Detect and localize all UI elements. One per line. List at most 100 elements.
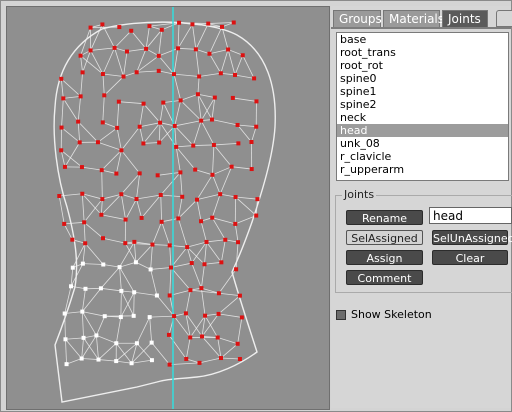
assigned-vertex [100, 22, 105, 27]
assigned-vertex [177, 20, 182, 25]
assigned-vertex [204, 239, 209, 244]
assigned-vertex [141, 101, 146, 106]
joint-list-item[interactable]: r_clavicle [337, 150, 508, 163]
assigned-vertex [80, 191, 85, 196]
assigned-vertex [219, 356, 224, 361]
assigned-vertex [62, 221, 67, 226]
unassigned-vertex [81, 335, 86, 340]
assigned-vertex [226, 47, 231, 52]
joint-list-item[interactable]: spine1 [337, 85, 508, 98]
joint-list-item[interactable]: neck [337, 111, 508, 124]
assigned-vertex [59, 148, 64, 153]
joint-list-item[interactable]: root_rot [337, 59, 508, 72]
joint-list-item[interactable]: unk_08 [337, 137, 508, 150]
assigned-vertex [255, 197, 260, 202]
assigned-vertex [249, 167, 254, 172]
assigned-vertex [231, 20, 236, 25]
comment-button[interactable]: Comment [346, 270, 423, 285]
assigned-vertex [78, 94, 83, 99]
assigned-vertex [180, 194, 185, 199]
assigned-vertex [178, 98, 183, 103]
assigned-vertex [83, 241, 88, 246]
unassigned-vertex [98, 286, 103, 291]
assigned-vertex [159, 27, 164, 32]
assigned-vertex [59, 125, 64, 130]
head-mesh-wireframe[interactable] [7, 7, 329, 409]
assigned-vertex [233, 221, 238, 226]
model-editor-window: Groups Materials Joints base root_trans … [0, 0, 512, 412]
assigned-vertex [223, 237, 228, 242]
assigned-vertex [167, 362, 172, 367]
unassigned-vertex [80, 261, 85, 266]
clear-button[interactable]: Clear [432, 250, 508, 265]
unassigned-vertex [133, 260, 138, 265]
assigned-vertex [211, 142, 216, 147]
assigned-vertex [172, 123, 177, 128]
assigned-vertex [121, 74, 126, 79]
assigned-vertex [82, 220, 87, 225]
joint-name-input[interactable] [429, 207, 512, 224]
assigned-vertex [156, 68, 161, 73]
joint-list-item[interactable]: spine2 [337, 98, 508, 111]
unassigned-vertex [148, 267, 153, 272]
joint-list-item-selected[interactable]: head [337, 124, 508, 137]
unassigned-vertex [132, 290, 137, 295]
joint-list[interactable]: base root_trans root_rot spine0 spine1 s… [336, 32, 509, 181]
assigned-vertex [100, 120, 105, 125]
assigned-vertex [174, 144, 179, 149]
tab-joints[interactable]: Joints [442, 10, 488, 27]
assigned-vertex [99, 168, 104, 173]
rename-button[interactable]: Rename [346, 210, 423, 225]
unassigned-vertex [149, 340, 154, 345]
assigned-vertex [237, 356, 242, 361]
assigned-vertex [157, 140, 162, 145]
assigned-vertex [254, 124, 259, 129]
assigned-vertex [134, 196, 139, 201]
assigned-vertex [100, 197, 105, 202]
show-skeleton-checkbox[interactable] [336, 310, 346, 320]
assigned-vertex [202, 262, 207, 267]
assigned-vertex [207, 51, 212, 56]
assigned-vertex [215, 335, 220, 340]
unassigned-vertex [131, 313, 136, 318]
unassigned-vertex [119, 288, 124, 293]
assigned-vertex [167, 293, 172, 298]
sel-assigned-button[interactable]: SelAssigned [346, 230, 423, 245]
assigned-vertex [197, 360, 202, 365]
assigned-vertex [199, 286, 204, 291]
assign-button[interactable]: Assign [346, 250, 423, 265]
assigned-vertex [119, 148, 124, 153]
joint-list-item[interactable]: r_upperarm [337, 163, 508, 176]
tab-divider [331, 27, 511, 29]
assigned-vertex [137, 171, 142, 176]
assigned-vertex [61, 96, 66, 101]
assigned-vertex [88, 48, 93, 53]
unassigned-vertex [70, 265, 75, 270]
unassigned-vertex [134, 341, 139, 346]
unassigned-vertex [96, 357, 101, 362]
joints-groupbox-legend: Joints [342, 188, 377, 201]
assigned-vertex [70, 237, 75, 242]
assigned-vertex [116, 99, 121, 104]
assigned-vertex [155, 173, 160, 178]
3d-viewport[interactable] [6, 6, 330, 410]
sel-unassigned-button[interactable]: SelUnAssigned [432, 230, 512, 245]
joint-list-item[interactable]: base [337, 33, 508, 46]
assigned-vertex [230, 95, 235, 100]
assigned-vertex [236, 240, 241, 245]
assigned-vertex [62, 164, 67, 169]
assigned-vertex [234, 267, 239, 272]
assigned-vertex [78, 53, 83, 58]
tab-materials[interactable]: Materials [383, 10, 444, 27]
joint-list-item[interactable]: spine0 [337, 72, 508, 85]
assigned-vertex [233, 195, 238, 200]
assigned-vertex [209, 117, 214, 122]
assigned-vertex [200, 334, 205, 339]
unassigned-vertex [154, 293, 159, 298]
assigned-vertex [77, 140, 82, 145]
assigned-vertex [210, 172, 215, 177]
joint-list-item[interactable]: root_trans [337, 46, 508, 59]
assigned-vertex [80, 70, 85, 75]
tab-overflow[interactable] [496, 10, 512, 27]
tab-groups[interactable]: Groups [333, 10, 382, 27]
